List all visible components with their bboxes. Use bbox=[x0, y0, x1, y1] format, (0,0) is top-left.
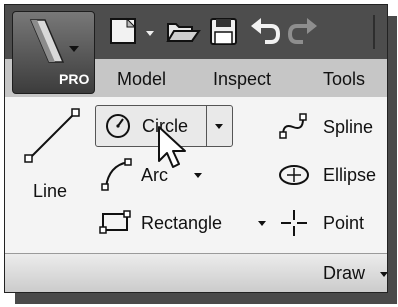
tab-inspect[interactable]: Inspect bbox=[213, 69, 271, 90]
application-window: PRO Model Inspect Tools Line Circle Arc … bbox=[4, 4, 388, 293]
mouse-pointer-icon bbox=[158, 126, 186, 168]
split-divider bbox=[206, 106, 207, 146]
new-file-icon bbox=[110, 17, 154, 44]
undo-button[interactable] bbox=[247, 17, 281, 47]
tab-model[interactable]: Model bbox=[117, 69, 166, 90]
application-menu-button[interactable]: PRO bbox=[12, 11, 95, 94]
ellipse-tool-button[interactable]: Ellipse bbox=[275, 157, 387, 193]
save-button[interactable] bbox=[207, 17, 241, 47]
spline-tool-label: Spline bbox=[323, 117, 374, 137]
point-tool-icon bbox=[281, 210, 307, 236]
rectangle-tool-icon bbox=[99, 210, 131, 234]
new-file-button[interactable] bbox=[109, 17, 157, 47]
spline-tool-icon bbox=[279, 113, 307, 139]
app-edition-badge: PRO bbox=[59, 71, 90, 87]
point-tool-button[interactable]: Point bbox=[275, 205, 387, 241]
line-tool-button[interactable]: Line bbox=[19, 105, 85, 213]
tab-tools[interactable]: Tools bbox=[323, 69, 365, 90]
save-icon bbox=[210, 18, 237, 45]
draw-panel-footer[interactable]: Draw bbox=[5, 253, 388, 292]
redo-icon bbox=[287, 18, 317, 44]
line-tool-icon bbox=[24, 108, 80, 163]
open-folder-icon bbox=[166, 23, 201, 42]
circle-dropdown-arrow-icon[interactable] bbox=[209, 106, 233, 146]
open-button[interactable] bbox=[165, 17, 201, 47]
panel-expand-arrow-icon[interactable] bbox=[379, 268, 388, 282]
rectangle-tool-label: Rectangle bbox=[141, 213, 223, 233]
ellipse-tool-icon bbox=[279, 165, 309, 185]
redo-button[interactable] bbox=[287, 17, 321, 47]
toolbar-separator bbox=[373, 15, 375, 49]
point-tool-label: Point bbox=[323, 213, 365, 233]
rectangle-dropdown-arrow-icon[interactable] bbox=[256, 217, 270, 231]
spline-tool-button[interactable]: Spline bbox=[275, 109, 387, 145]
ellipse-tool-label: Ellipse bbox=[323, 165, 377, 185]
circle-tool-icon bbox=[106, 114, 130, 138]
arc-tool-icon bbox=[101, 158, 132, 191]
draw-panel-title: Draw bbox=[323, 263, 366, 283]
undo-icon bbox=[251, 18, 281, 44]
rectangle-tool-button[interactable]: Rectangle bbox=[99, 203, 271, 243]
line-tool-label: Line bbox=[33, 181, 68, 201]
